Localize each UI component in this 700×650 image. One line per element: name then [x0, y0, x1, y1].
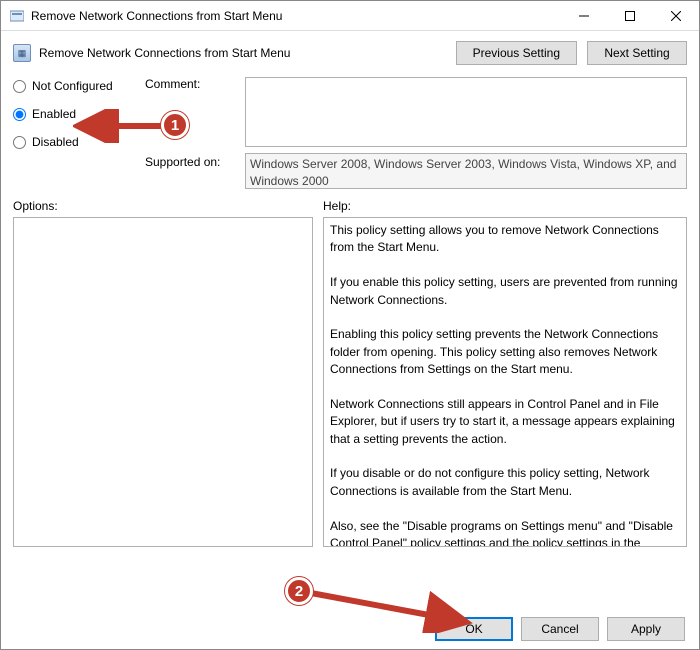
radio-not-configured-label: Not Configured — [32, 79, 113, 93]
ok-button[interactable]: OK — [435, 617, 513, 641]
config-area: Not Configured Enabled Disabled Comment:… — [1, 71, 699, 193]
radio-disabled-input[interactable] — [13, 136, 26, 149]
titlebar: Remove Network Connections from Start Me… — [1, 1, 699, 31]
supported-on-value — [245, 153, 687, 189]
apply-button[interactable]: Apply — [607, 617, 685, 641]
previous-setting-button[interactable]: Previous Setting — [456, 41, 577, 65]
options-label: Options: — [13, 199, 313, 213]
state-radiogroup: Not Configured Enabled Disabled — [13, 77, 141, 161]
comment-label: Comment: — [145, 77, 241, 91]
radio-enabled-input[interactable] — [13, 108, 26, 121]
radio-disabled[interactable]: Disabled — [13, 133, 141, 151]
help-panel[interactable]: This policy setting allows you to remove… — [323, 217, 687, 547]
footer: OK Cancel Apply — [1, 617, 699, 641]
help-label: Help: — [323, 199, 687, 213]
policy-title: Remove Network Connections from Start Me… — [39, 46, 290, 60]
options-panel[interactable] — [13, 217, 313, 547]
app-icon — [9, 8, 25, 24]
radio-disabled-label: Disabled — [32, 135, 79, 149]
minimize-button[interactable] — [561, 1, 607, 31]
supported-on-label: Supported on: — [145, 153, 241, 169]
policy-icon: ▦ — [13, 44, 31, 62]
panes: Options: Help: This policy setting allow… — [1, 193, 699, 547]
cancel-button[interactable]: Cancel — [521, 617, 599, 641]
radio-not-configured-input[interactable] — [13, 80, 26, 93]
radio-not-configured[interactable]: Not Configured — [13, 77, 141, 95]
radio-enabled[interactable]: Enabled — [13, 105, 141, 123]
window-title: Remove Network Connections from Start Me… — [31, 9, 561, 23]
maximize-button[interactable] — [607, 1, 653, 31]
annotation-badge-2: 2 — [285, 577, 313, 605]
header: ▦ Remove Network Connections from Start … — [1, 31, 699, 71]
comment-input[interactable] — [245, 77, 687, 147]
close-button[interactable] — [653, 1, 699, 31]
radio-enabled-label: Enabled — [32, 107, 76, 121]
next-setting-button[interactable]: Next Setting — [587, 41, 687, 65]
